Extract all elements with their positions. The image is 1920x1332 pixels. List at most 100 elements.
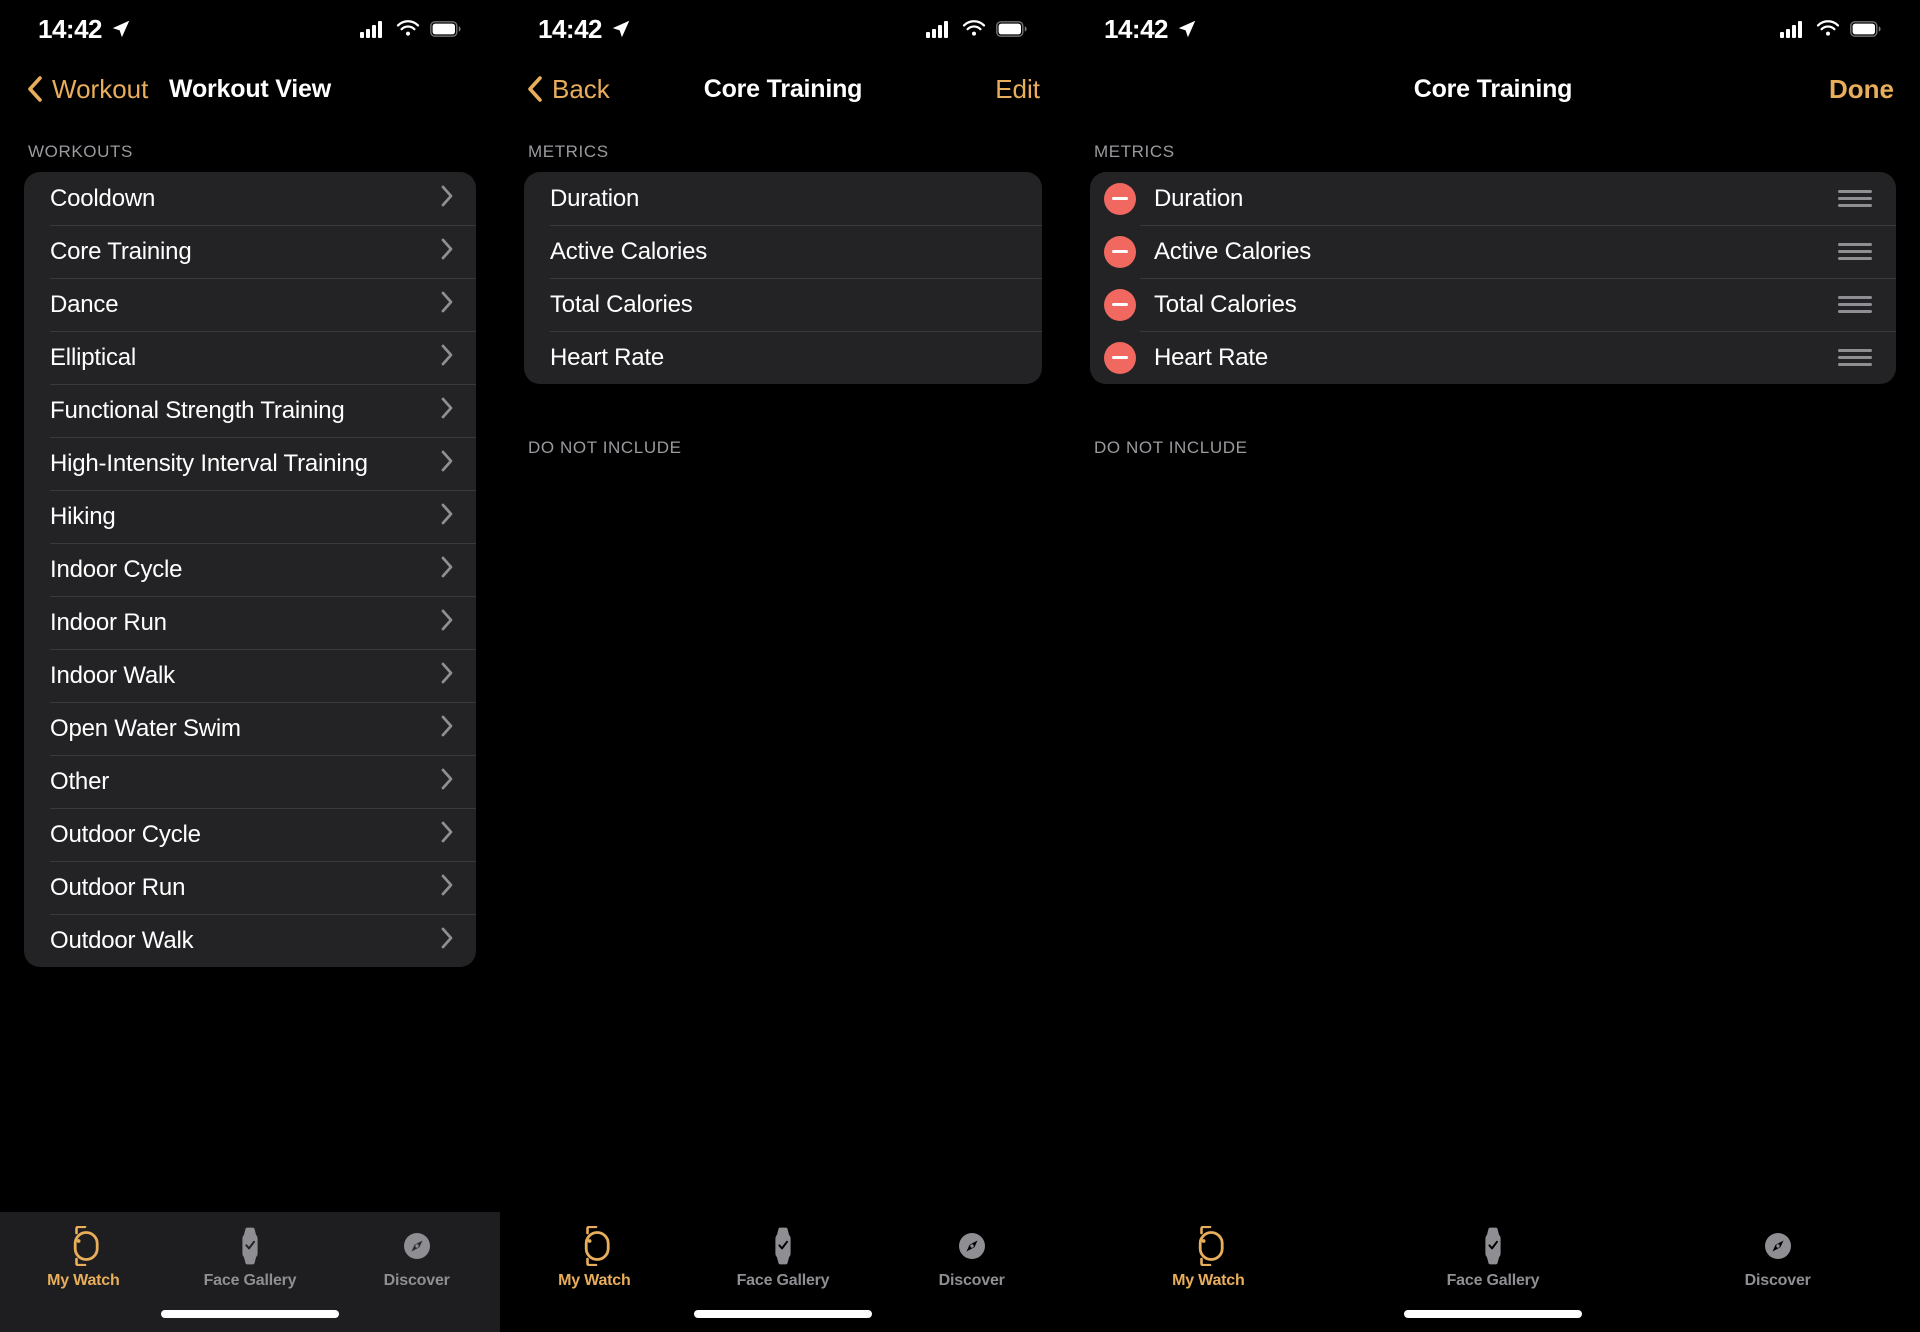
tab-label: Face Gallery [736, 1272, 830, 1289]
workout-list-item[interactable]: High-Intensity Interval Training [24, 437, 476, 490]
status-bar-time: 14:42 [1104, 13, 1169, 44]
tab-label: Face Gallery [203, 1272, 297, 1289]
status-bar: 14:42 [0, 0, 500, 58]
tab-label: My Watch [1172, 1272, 1245, 1289]
workout-list-item[interactable]: Dance [24, 278, 476, 331]
metrics-list-editing[interactable]: Duration Active Calories Total Calories Hea… [1090, 172, 1896, 384]
minus-circle-icon[interactable] [1104, 288, 1136, 321]
chevron-right-icon [440, 343, 454, 372]
metric-list-item-editing[interactable]: Heart Rate [1090, 331, 1896, 384]
reorder-grip-icon[interactable] [1836, 345, 1874, 370]
status-bar-right [926, 20, 1028, 38]
workout-list-item-label: Open Water Swim [50, 714, 241, 742]
workout-list-item-label: Indoor Walk [50, 661, 175, 689]
minus-circle-icon[interactable] [1104, 235, 1136, 268]
metrics-list[interactable]: Duration Active Calories Total Calories Hea… [524, 172, 1042, 384]
watch-icon [74, 1226, 99, 1266]
metric-list-item-editing[interactable]: Active Calories [1090, 225, 1896, 278]
section-header-workouts: WORKOUTS [28, 142, 133, 161]
workout-list-item-label: Elliptical [50, 343, 137, 371]
tab-my-watch[interactable]: My Watch [500, 1226, 689, 1290]
watch-icon [1199, 1226, 1224, 1266]
workout-list-item-label: Other [50, 767, 110, 795]
tab-my-watch[interactable]: My Watch [0, 1226, 167, 1290]
tab-discover[interactable]: Discover [1635, 1226, 1920, 1290]
workout-list-item[interactable]: Other [24, 755, 476, 808]
metric-list-item-label: Total Calories [550, 290, 693, 318]
status-bar-left: 14:42 [538, 14, 632, 45]
metric-list-item-editing[interactable]: Total Calories [1090, 278, 1896, 331]
chevron-left-icon [28, 76, 42, 102]
screenshot-triptych: 14:42 Workout Workout View WORKOUTS Cool… [0, 0, 1920, 1332]
tab-discover[interactable]: Discover [333, 1226, 500, 1290]
status-bar-right [360, 20, 462, 38]
workout-list-item[interactable]: Cooldown [24, 172, 476, 225]
metric-list-item-label: Heart Rate [1154, 343, 1269, 371]
screen-workout-view: 14:42 Workout Workout View WORKOUTS Cool… [0, 0, 500, 1332]
metric-list-item-label: Total Calories [1154, 290, 1297, 318]
workout-list-item[interactable]: Core Training [24, 225, 476, 278]
metric-list-item-label: Heart Rate [550, 343, 665, 371]
status-bar: 14:42 [1066, 0, 1920, 58]
workout-list-item[interactable]: Outdoor Cycle [24, 808, 476, 861]
chevron-right-icon [440, 555, 454, 584]
chevron-right-icon [440, 767, 454, 796]
chevron-right-icon [440, 502, 454, 531]
chevron-right-icon [440, 820, 454, 849]
tab-bar: My Watch Face Gallery Discover [1066, 1212, 1920, 1332]
status-bar: 14:42 [500, 0, 1066, 58]
status-bar-right [1780, 20, 1882, 38]
chevron-right-icon [440, 449, 454, 478]
workout-list-item[interactable]: Open Water Swim [24, 702, 476, 755]
reorder-grip-icon[interactable] [1836, 186, 1874, 211]
workout-list-item[interactable]: Outdoor Run [24, 861, 476, 914]
tab-face-gallery[interactable]: Face Gallery [689, 1226, 878, 1290]
metric-list-item[interactable]: Total Calories [524, 278, 1042, 331]
workout-list-item[interactable]: Outdoor Walk [24, 914, 476, 967]
tab-face-gallery[interactable]: Face Gallery [1351, 1226, 1636, 1290]
status-bar-left: 14:42 [1104, 14, 1198, 45]
back-button-label: Back [552, 73, 610, 104]
workout-list-item[interactable]: Indoor Walk [24, 649, 476, 702]
chevron-right-icon [440, 237, 454, 266]
back-button[interactable]: Back [526, 74, 610, 105]
home-indicator [1404, 1310, 1582, 1318]
navigation-bar: Core Training Done [1066, 58, 1920, 120]
metric-list-item[interactable]: Duration [524, 172, 1042, 225]
tab-face-gallery[interactable]: Face Gallery [167, 1226, 334, 1290]
compass-icon [1764, 1233, 1791, 1259]
minus-circle-icon[interactable] [1104, 341, 1136, 374]
reorder-grip-icon[interactable] [1836, 239, 1874, 264]
tab-my-watch[interactable]: My Watch [1066, 1226, 1351, 1290]
metric-list-item[interactable]: Active Calories [524, 225, 1042, 278]
minus-circle-icon[interactable] [1104, 182, 1136, 215]
workout-list-item-label: Functional Strength Training [50, 396, 345, 424]
workout-list-item[interactable]: Indoor Run [24, 596, 476, 649]
workout-list-item[interactable]: Functional Strength Training [24, 384, 476, 437]
metric-list-item-label: Active Calories [550, 237, 708, 265]
back-button[interactable]: Workout [26, 74, 148, 105]
reorder-grip-icon[interactable] [1836, 292, 1874, 317]
tab-discover[interactable]: Discover [877, 1226, 1066, 1290]
metric-list-item-label: Duration [1154, 184, 1244, 212]
wifi-icon [962, 20, 986, 36]
watch-icon [585, 1226, 610, 1266]
chevron-left-icon [528, 76, 542, 102]
navigation-bar: Workout Workout View [0, 58, 500, 120]
section-header-metrics: METRICS [528, 142, 609, 161]
workout-list-item[interactable]: Elliptical [24, 331, 476, 384]
home-indicator [161, 1310, 339, 1318]
done-button[interactable]: Done [1829, 74, 1894, 105]
chevron-right-icon [440, 661, 454, 690]
workout-list-item[interactable]: Hiking [24, 490, 476, 543]
chevron-right-icon [440, 873, 454, 902]
workout-list-item[interactable]: Indoor Cycle [24, 543, 476, 596]
workout-list-item-label: Indoor Cycle [50, 555, 183, 583]
metric-list-item-editing[interactable]: Duration [1090, 172, 1896, 225]
workouts-list[interactable]: Cooldown Core Training Dance Elliptical Func… [24, 172, 476, 967]
tab-label: My Watch [558, 1272, 631, 1289]
chevron-right-icon [440, 714, 454, 743]
battery-icon [430, 21, 461, 37]
edit-button[interactable]: Edit [995, 74, 1040, 105]
metric-list-item[interactable]: Heart Rate [524, 331, 1042, 384]
